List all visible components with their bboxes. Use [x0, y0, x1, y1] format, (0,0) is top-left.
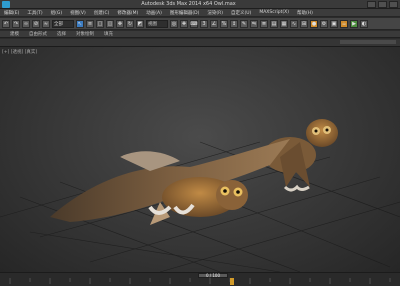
- viewport-label[interactable]: [+] [透视] [真实]: [2, 48, 37, 55]
- schematic-view-icon[interactable]: ⊞: [300, 19, 308, 28]
- render-production-icon[interactable]: ☕: [340, 19, 348, 28]
- select-scale-icon[interactable]: ◩: [136, 19, 144, 28]
- menu-item-rendering[interactable]: 渲染(R): [207, 10, 223, 16]
- menu-item-edit[interactable]: 编辑(E): [4, 10, 19, 16]
- ribbon-panel-strip: [0, 39, 400, 47]
- bind-spacewarp-icon[interactable]: ≈: [42, 19, 50, 28]
- rectangular-selection-icon[interactable]: □: [96, 19, 104, 28]
- tab-freeform[interactable]: 自由形式: [29, 31, 47, 37]
- select-object-icon[interactable]: ↖: [76, 19, 84, 28]
- undo-icon[interactable]: ↶: [2, 19, 10, 28]
- window-crossing-icon[interactable]: ◫: [106, 19, 114, 28]
- curve-editor-icon[interactable]: ∿: [290, 19, 298, 28]
- rendered-frame-window-icon[interactable]: ▣: [330, 19, 338, 28]
- render-active-shade-icon[interactable]: ◐: [360, 19, 368, 28]
- snaps-toggle-icon[interactable]: 3: [200, 19, 208, 28]
- timeline-playhead[interactable]: [230, 278, 234, 285]
- select-manipulate-icon[interactable]: ✚: [180, 19, 188, 28]
- menu-item-tools[interactable]: 工具(T): [27, 10, 42, 16]
- tab-selection[interactable]: 选择: [57, 31, 66, 37]
- unlink-icon[interactable]: ⊘: [32, 19, 40, 28]
- select-by-name-icon[interactable]: ≡: [86, 19, 94, 28]
- percent-snap-icon[interactable]: %: [220, 19, 228, 28]
- tab-object-paint[interactable]: 对象绘制: [76, 31, 94, 37]
- app-window: Autodesk 3ds Max 2014 x64 Owl.max 编辑(E) …: [0, 0, 400, 286]
- render-iterative-icon[interactable]: ▶: [350, 19, 358, 28]
- owl-model-front[interactable]: [50, 139, 290, 225]
- render-setup-icon[interactable]: ⚙: [320, 19, 328, 28]
- menu-item-create[interactable]: 创建(C): [94, 10, 110, 16]
- title-bar: Autodesk 3ds Max 2014 x64 Owl.max: [0, 0, 400, 9]
- minimize-button[interactable]: [367, 0, 376, 8]
- tab-populate[interactable]: 填充: [104, 31, 113, 37]
- menu-item-views[interactable]: 视图(V): [70, 10, 86, 16]
- perspective-viewport[interactable]: [+] [透视] [真实]: [0, 47, 400, 272]
- close-button[interactable]: [389, 0, 398, 8]
- select-move-icon[interactable]: ✥: [116, 19, 124, 28]
- redo-icon[interactable]: ↷: [12, 19, 20, 28]
- tab-modeling[interactable]: 建模: [10, 31, 19, 37]
- timeline[interactable]: 0 / 100: [0, 272, 400, 286]
- ribbon-tabs: 建模 自由形式 选择 对象绘制 填充: [0, 31, 400, 38]
- menu-item-customize[interactable]: 自定义(U): [231, 10, 251, 16]
- mirror-icon[interactable]: ⇋: [250, 19, 258, 28]
- selection-filter-dropdown[interactable]: 全部: [52, 19, 74, 28]
- layer-manager-icon[interactable]: ▤: [270, 19, 278, 28]
- ribbon-panel-fill: [340, 40, 396, 44]
- menu-item-modifiers[interactable]: 修改器(M): [117, 10, 138, 16]
- spinner-snap-icon[interactable]: ↕: [230, 19, 238, 28]
- select-rotate-icon[interactable]: ↻: [126, 19, 134, 28]
- menu-bar: 编辑(E) 工具(T) 组(G) 视图(V) 创建(C) 修改器(M) 动画(A…: [0, 9, 400, 17]
- menu-item-graph-editors[interactable]: 图形编辑器(D): [170, 10, 199, 16]
- named-selection-icon[interactable]: ✎: [240, 19, 248, 28]
- viewport-canvas[interactable]: [+] [透视] [真实]: [0, 47, 400, 272]
- window-controls: [367, 0, 398, 8]
- menu-item-group[interactable]: 组(G): [51, 10, 63, 16]
- window-title: Autodesk 3ds Max 2014 x64 Owl.max: [141, 1, 236, 7]
- link-icon[interactable]: ∞: [22, 19, 30, 28]
- align-icon[interactable]: ≣: [260, 19, 268, 28]
- menu-item-maxscript[interactable]: MAXScript(X): [259, 10, 289, 15]
- menu-item-animation[interactable]: 动画(A): [146, 10, 162, 16]
- menu-item-help[interactable]: 帮助(H): [297, 10, 313, 16]
- reference-coordinate-dropdown[interactable]: 视图: [146, 19, 168, 28]
- angle-snap-icon[interactable]: ∠: [210, 19, 218, 28]
- pivot-center-icon[interactable]: ◎: [170, 19, 178, 28]
- graphite-tools-icon[interactable]: ▦: [280, 19, 288, 28]
- keyboard-shortcut-icon[interactable]: ⌨: [190, 19, 198, 28]
- main-toolbar: ↶ ↷ ∞ ⊘ ≈ 全部 ↖ ≡ □ ◫ ✥ ↻ ◩ 视图 ◎ ✚ ⌨ 3 ∠ …: [0, 18, 400, 30]
- maximize-button[interactable]: [378, 0, 387, 8]
- material-editor-icon[interactable]: ●: [310, 19, 318, 28]
- app-logo-icon[interactable]: [2, 0, 10, 8]
